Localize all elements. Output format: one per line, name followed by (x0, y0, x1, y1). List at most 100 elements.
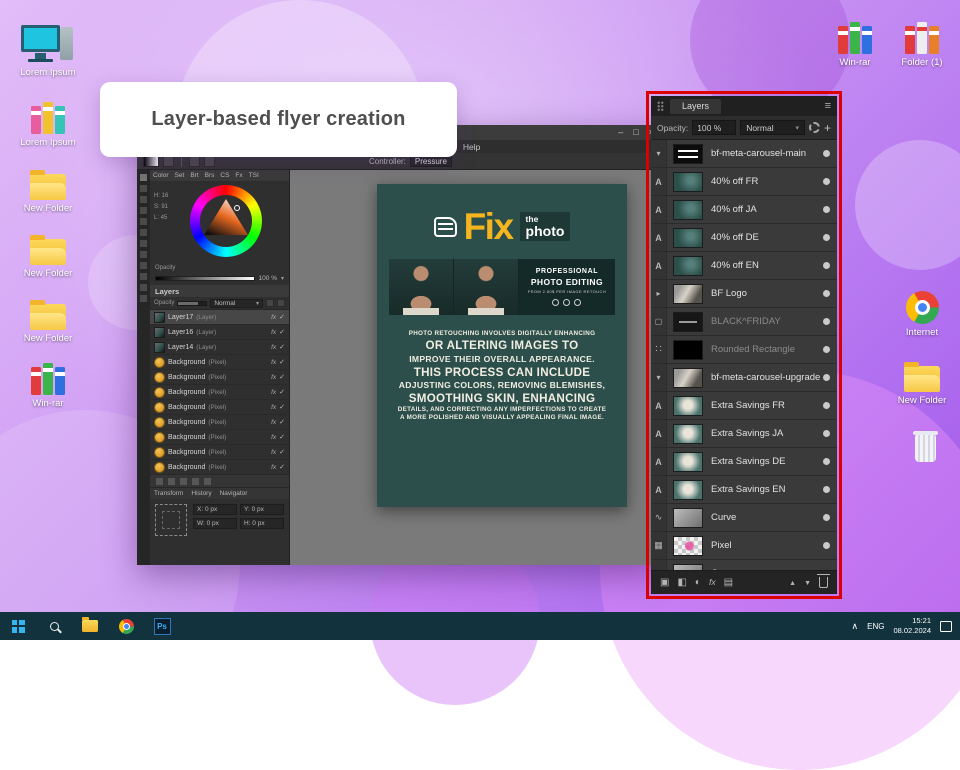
visibility-check[interactable]: ✓ (279, 373, 285, 381)
layer-row[interactable]: Pixel (651, 532, 837, 560)
layer-visibility-dot[interactable] (823, 458, 830, 465)
layer-row[interactable]: Layer17(Layer)fx✓ (150, 310, 289, 325)
opacity-value-field[interactable]: 100 % (692, 120, 736, 135)
layer-row[interactable]: Extra Savings EN (651, 476, 837, 504)
layer-row[interactable]: 40% off FR (651, 168, 837, 196)
minimize-button[interactable] (618, 128, 623, 137)
layer-row[interactable]: BF Logo (651, 280, 837, 308)
desktop-icon-folders[interactable]: Lorem Ipsum (16, 94, 80, 148)
tool-button[interactable] (140, 207, 147, 214)
layer-visibility-dot[interactable] (823, 514, 830, 521)
tool-button[interactable] (140, 196, 147, 203)
properties-icon[interactable] (192, 478, 199, 485)
coord-y-field[interactable]: Y: 0 px (240, 504, 284, 515)
layer-row[interactable]: 40% off DE (651, 224, 837, 252)
layer-row[interactable]: Background(Pixel)fx✓ (150, 385, 289, 400)
tool-button[interactable] (140, 174, 147, 181)
tool-button[interactable] (140, 273, 147, 280)
desktop-icon-internet[interactable]: Internet (890, 284, 954, 338)
layer-visibility-dot[interactable] (823, 178, 830, 185)
tab-brt[interactable]: Brt (187, 172, 201, 179)
hamburger-menu-icon[interactable] (825, 100, 831, 112)
maximize-button[interactable] (633, 128, 638, 137)
tab-fx[interactable]: Fx (232, 172, 245, 179)
layer-visibility-dot[interactable] (823, 318, 830, 325)
layer-row[interactable]: Background(Pixel)fx✓ (150, 460, 289, 475)
coord-h-field[interactable]: H: 0 px (240, 518, 284, 529)
taskbar-clock[interactable]: 15:21 08.02.2024 (893, 616, 931, 636)
layer-row[interactable]: Extra Savings JA (651, 420, 837, 448)
new-layer-icon[interactable] (660, 577, 669, 588)
move-down-icon[interactable] (804, 577, 811, 588)
layer-row[interactable]: Background(Pixel)fx✓ (150, 400, 289, 415)
visibility-check[interactable]: ✓ (279, 328, 285, 336)
adjustment-icon[interactable] (695, 577, 701, 588)
tab-history[interactable]: History (187, 490, 215, 497)
canvas-area[interactable]: Fix the photo PROFESSIONAL (290, 170, 662, 565)
desktop-icon-new-folder[interactable]: New Folder (16, 290, 80, 344)
desktop-icon-new-folder[interactable]: New Folder (16, 160, 80, 214)
tool-button[interactable] (140, 295, 147, 302)
tool-button[interactable] (140, 240, 147, 247)
layer-visibility-dot[interactable] (823, 374, 830, 381)
opacity-slider[interactable] (155, 276, 255, 281)
layer-row[interactable]: Extra Savings FR (651, 392, 837, 420)
tool-button[interactable] (140, 185, 147, 192)
tool-button[interactable] (140, 284, 147, 291)
group-icon[interactable] (724, 577, 733, 588)
tool-button[interactable] (140, 251, 147, 258)
visibility-check[interactable]: ✓ (279, 313, 285, 321)
coord-w-field[interactable]: W: 0 px (193, 518, 237, 529)
color-wheel[interactable] (190, 185, 262, 257)
tool-button[interactable] (140, 229, 147, 236)
chevron-down-icon[interactable]: ▾ (281, 275, 284, 282)
mask-icon[interactable] (677, 577, 686, 588)
brush-option-icon[interactable] (204, 156, 215, 167)
add-layer-button[interactable] (266, 299, 274, 307)
layer-row[interactable]: Layer14(Layer)fx✓ (150, 340, 289, 355)
add-layer-icon[interactable] (156, 478, 163, 485)
visibility-check[interactable]: ✓ (279, 343, 285, 351)
layer-visibility-dot[interactable] (823, 430, 830, 437)
desktop-icon-winrar[interactable]: Win-rar (16, 355, 80, 409)
layers-panel-titlebar[interactable]: Layers (651, 96, 837, 116)
tab-cs[interactable]: CS (217, 172, 232, 179)
blend-mode-select[interactable]: Normal▾ (210, 299, 263, 308)
layer-row[interactable]: Layer16(Layer)fx✓ (150, 325, 289, 340)
group-open-icon[interactable] (651, 364, 667, 391)
tab-transform[interactable]: Transform (150, 490, 187, 497)
tab-navigator[interactable]: Navigator (216, 490, 252, 497)
duplicate-layer-icon[interactable] (168, 478, 175, 485)
layer-visibility-dot[interactable] (823, 150, 830, 157)
layer-visibility-dot[interactable] (823, 346, 830, 353)
tab-color[interactable]: Color (150, 172, 172, 179)
coord-x-field[interactable]: X: 0 px (193, 504, 237, 515)
blend-mode-select[interactable]: Normal▾ (740, 120, 805, 135)
layer-row[interactable]: Rounded Rectangle (651, 336, 837, 364)
drag-grip-icon[interactable] (657, 101, 664, 112)
brush-preset-icon[interactable] (189, 156, 200, 167)
layer-row[interactable]: Background(Pixel)fx✓ (150, 445, 289, 460)
move-up-icon[interactable] (789, 577, 796, 588)
layer-row[interactable]: Curve (651, 504, 837, 532)
desktop-icon-winrar[interactable]: Win-rar (823, 14, 887, 68)
effects-icon[interactable] (709, 577, 716, 588)
notification-center-icon[interactable] (940, 621, 952, 632)
desktop-icon-new-folder[interactable]: New Folder (16, 225, 80, 279)
taskbar-photoshop-button[interactable]: Ps (144, 612, 180, 640)
desktop-icon-computer[interactable]: Lorem Ipsum (16, 24, 80, 78)
layer-visibility-dot[interactable] (823, 262, 830, 269)
add-layer-icon[interactable] (824, 122, 831, 134)
taskbar-chrome-button[interactable] (108, 612, 144, 640)
tray-chevron-icon[interactable] (852, 621, 859, 632)
delete-layer-icon[interactable] (819, 577, 828, 588)
layer-row[interactable]: 40% off JA (651, 196, 837, 224)
gear-icon[interactable] (809, 122, 820, 133)
controller-value[interactable]: Pressure (410, 156, 452, 167)
layer-visibility-dot[interactable] (823, 234, 830, 241)
menu-help[interactable]: Help (458, 142, 485, 152)
layer-row[interactable]: Background(Pixel)fx✓ (150, 430, 289, 445)
desktop-icon-recycle-bin[interactable] (893, 422, 957, 465)
layer-visibility-dot[interactable] (823, 290, 830, 297)
visibility-check[interactable]: ✓ (279, 448, 285, 456)
